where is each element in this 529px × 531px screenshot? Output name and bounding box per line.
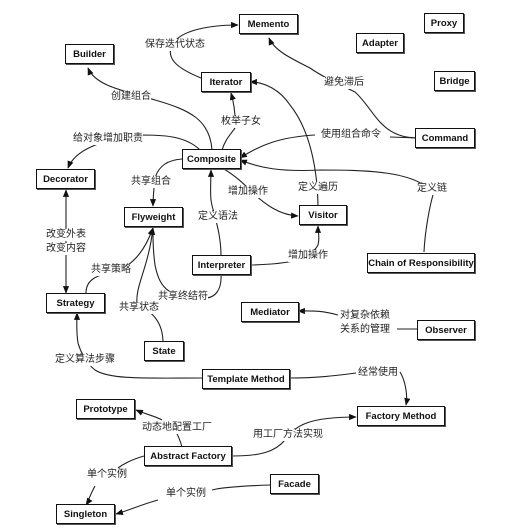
node-memento[interactable]: Memento bbox=[239, 14, 298, 34]
label-composite-decorator: 给对象增加职责 bbox=[73, 133, 143, 145]
label-observer-mediator-2: 关系的管理 bbox=[340, 324, 390, 336]
node-prototype[interactable]: Prototype bbox=[76, 399, 135, 419]
node-adapter[interactable]: Adapter bbox=[356, 33, 404, 53]
label-command-composite: 使用组合命令 bbox=[321, 129, 381, 141]
node-strategy[interactable]: Strategy bbox=[46, 293, 105, 313]
node-chain-of-responsibility[interactable]: Chain of Responsibility bbox=[367, 253, 475, 273]
label-chain-composite: 定义链 bbox=[417, 183, 447, 195]
node-composite[interactable]: Composite bbox=[182, 149, 241, 169]
node-mediator[interactable]: Mediator bbox=[241, 302, 299, 322]
node-singleton[interactable]: Singleton bbox=[56, 504, 115, 524]
label-facade-singleton: 单个实例 bbox=[166, 488, 206, 500]
label-template-strategy: 定义算法步骤 bbox=[55, 354, 115, 366]
label-interpreter-flyweight: 共享终结符 bbox=[158, 291, 208, 303]
node-observer[interactable]: Observer bbox=[417, 320, 475, 340]
label-composite-iterator: 枚举子女 bbox=[221, 116, 261, 128]
label-interpreter-composite: 定义语法 bbox=[198, 211, 238, 223]
node-factory-method[interactable]: Factory Method bbox=[357, 406, 445, 426]
node-visitor[interactable]: Visitor bbox=[299, 205, 347, 225]
label-observer-mediator-1: 对复杂依赖 bbox=[340, 310, 390, 322]
label-abstract-singleton: 单个实例 bbox=[87, 469, 127, 481]
label-abstract-factory-method: 用工厂方法实现 bbox=[253, 429, 323, 441]
label-command-memento: 避免滞后 bbox=[324, 77, 364, 89]
node-builder[interactable]: Builder bbox=[65, 44, 114, 64]
node-state[interactable]: State bbox=[144, 341, 184, 361]
label-composite-builder: 创建组合 bbox=[111, 91, 151, 103]
node-command[interactable]: Command bbox=[415, 128, 475, 148]
label-interpreter-visitor: 增加操作 bbox=[288, 250, 328, 262]
node-flyweight[interactable]: Flyweight bbox=[124, 207, 183, 227]
edge-strategy-flyweight bbox=[85, 227, 154, 294]
node-decorator[interactable]: Decorator bbox=[36, 169, 95, 189]
node-interpreter[interactable]: Interpreter bbox=[192, 255, 251, 275]
label-iterator-memento: 保存迭代状态 bbox=[145, 39, 205, 51]
edge-state-flyweight bbox=[136, 227, 164, 344]
node-facade[interactable]: Facade bbox=[270, 474, 319, 494]
label-visitor-traverse: 定义遍历 bbox=[298, 182, 338, 194]
label-decorator-strategy-2: 改变内容 bbox=[46, 243, 86, 255]
label-abstract-prototype: 动态地配置工厂 bbox=[142, 422, 212, 434]
edge-template-strategy bbox=[73, 312, 204, 379]
label-strategy-flyweight: 共享策略 bbox=[91, 264, 131, 276]
node-iterator[interactable]: Iterator bbox=[201, 72, 251, 92]
node-proxy[interactable]: Proxy bbox=[424, 13, 464, 33]
node-template-method[interactable]: Template Method bbox=[202, 369, 290, 389]
label-composite-visitor: 增加操作 bbox=[228, 186, 268, 198]
node-bridge[interactable]: Bridge bbox=[434, 71, 475, 91]
label-composite-flyweight: 共享组合 bbox=[131, 176, 171, 188]
label-decorator-strategy-1: 改变外表 bbox=[46, 229, 86, 241]
label-template-factory: 经常使用 bbox=[358, 367, 398, 379]
node-abstract-factory[interactable]: Abstract Factory bbox=[144, 446, 232, 466]
label-state-flyweight: 共享状态 bbox=[119, 302, 159, 314]
